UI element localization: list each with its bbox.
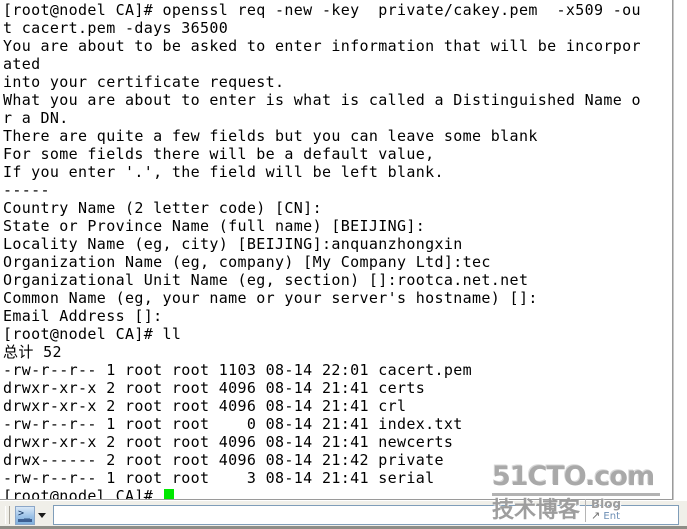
terminal-line: t cacert.pem -days 36500: [3, 19, 229, 37]
command-prompt-bar: [18, 518, 32, 522]
toolbar-grip[interactable]: [5, 506, 10, 524]
terminal-line: -rw-r--r-- 1 root root 1103 08-14 22:01 …: [3, 361, 473, 379]
terminal-line: Common Name (eg, your name or your serve…: [3, 289, 538, 307]
terminal-line: 总计 52: [3, 343, 62, 361]
terminal-line: -----: [3, 181, 50, 199]
command-prompt-icon[interactable]: >_: [15, 505, 35, 525]
address-input[interactable]: [53, 505, 679, 525]
terminal-output-area[interactable]: [root@nodel CA]# openssl req -new -key p…: [0, 0, 673, 500]
terminal-line: What you are about to enter is what is c…: [3, 91, 641, 109]
terminal-line: State or Province Name (full name) [BEIJ…: [3, 217, 426, 235]
terminal-window: [root@nodel CA]# openssl req -new -key p…: [0, 0, 687, 529]
terminal-line: r a DN.: [3, 109, 69, 127]
terminal-line: If you enter '.', the field will be left…: [3, 163, 444, 181]
terminal-line: You are about to be asked to enter infor…: [3, 37, 641, 55]
terminal-line: -rw-r--r-- 1 root root 0 08-14 21:41 ind…: [3, 415, 463, 433]
text-cursor: [164, 489, 175, 499]
terminal-line: For some fields there will be a default …: [3, 145, 435, 163]
shell-prompt: [root@nodel CA]#: [3, 487, 163, 500]
terminal-line: drwxr-xr-x 2 root root 4096 08-14 21:41 …: [3, 379, 426, 397]
terminal-line: drwx------ 2 root root 4096 08-14 21:42 …: [3, 451, 444, 469]
terminal-line: [root@nodel CA]# ll: [3, 325, 182, 343]
terminal-line: Locality Name (eg, city) [BEIJING]:anqua…: [3, 235, 463, 253]
terminal-line: Organizational Unit Name (eg, section) […: [3, 271, 529, 289]
terminal-line: Country Name (2 letter code) [CN]:: [3, 199, 322, 217]
terminal-line: There are quite a few fields but you can…: [3, 127, 538, 145]
terminal-line: drwxr-xr-x 2 root root 4096 08-14 21:41 …: [3, 433, 454, 451]
window-right-frame: [673, 0, 687, 500]
terminal-prompt-line: [root@nodel CA]#: [3, 487, 672, 500]
taskbar: >_: [0, 500, 687, 529]
chevron-down-icon[interactable]: [35, 506, 49, 525]
command-prompt-glyph: >_: [18, 507, 31, 519]
terminal-line: Organization Name (eg, company) [My Comp…: [3, 253, 491, 271]
terminal-line: drwxr-xr-x 2 root root 4096 08-14 21:41 …: [3, 397, 407, 415]
terminal-line: ated: [3, 55, 41, 73]
terminal-line: [root@nodel CA]# openssl req -new -key p…: [3, 1, 641, 19]
terminal-line: Email Address []:: [3, 307, 163, 325]
terminal-line: into your certificate request.: [3, 73, 285, 91]
terminal-line: -rw-r--r-- 1 root root 3 08-14 21:41 ser…: [3, 469, 435, 487]
